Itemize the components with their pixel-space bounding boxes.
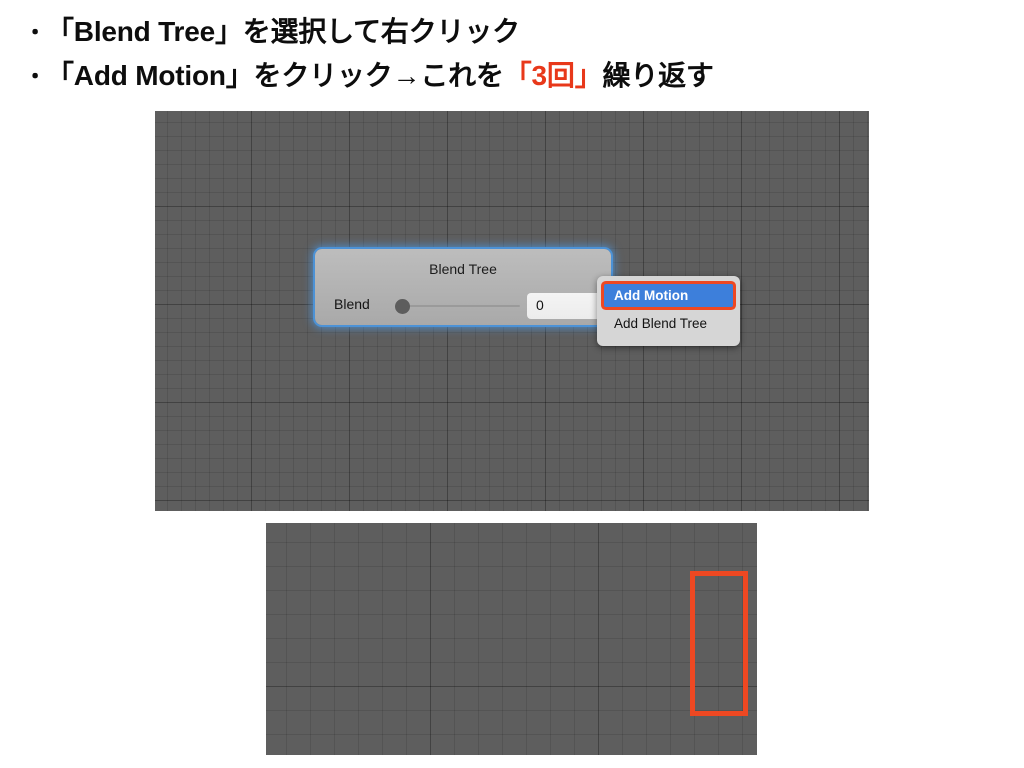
annotation-rectangle-output-ports	[690, 571, 748, 716]
animator-graph-panel-top[interactable]: Blend Tree Blend 0	[155, 111, 869, 511]
blend-parameter-slider[interactable]	[395, 299, 520, 314]
slider-knob[interactable]	[395, 299, 410, 314]
context-menu-item-add-blend-tree-label: Add Blend Tree	[614, 316, 708, 331]
blend-tree-node-title: Blend Tree	[429, 261, 497, 277]
instruction-bullet-1: ・ 「Blend Tree」を選択して右クリック	[24, 18, 520, 48]
instruction-text-1: 「Blend Tree」を選択して右クリック	[46, 16, 520, 47]
bullet-marker-icon: ・	[24, 20, 46, 45]
context-menu-item-add-motion[interactable]: Add Motion	[604, 284, 733, 307]
blend-parameter-row: Blend 0	[315, 293, 611, 319]
bullet-marker-icon: ・	[24, 64, 46, 89]
instruction-text-2-pre: 「Add Motion」をクリック→これを	[46, 60, 504, 91]
context-menu[interactable]: Add Motion Add Blend Tree	[597, 276, 740, 346]
context-menu-item-add-blend-tree[interactable]: Add Blend Tree	[604, 312, 733, 335]
instruction-text-2-post: 繰り返す	[602, 60, 714, 91]
blend-tree-node-selected[interactable]: Blend Tree Blend 0	[315, 249, 611, 325]
blend-parameter-label: Blend	[334, 296, 370, 312]
instruction-bullet-2: ・ 「Add Motion」をクリック→これを「3回」繰り返す	[24, 62, 714, 92]
instruction-text-2: 「Add Motion」をクリック→これを「3回」繰り返す	[46, 62, 714, 90]
slider-track	[395, 305, 520, 307]
animator-graph-panel-bottom[interactable]: Blend Tree Blend 0	[266, 523, 757, 755]
blend-parameter-value-text: 0	[536, 297, 544, 313]
context-menu-item-add-motion-label: Add Motion	[614, 288, 689, 303]
instruction-text-2-highlight: 「3回」	[503, 60, 603, 91]
